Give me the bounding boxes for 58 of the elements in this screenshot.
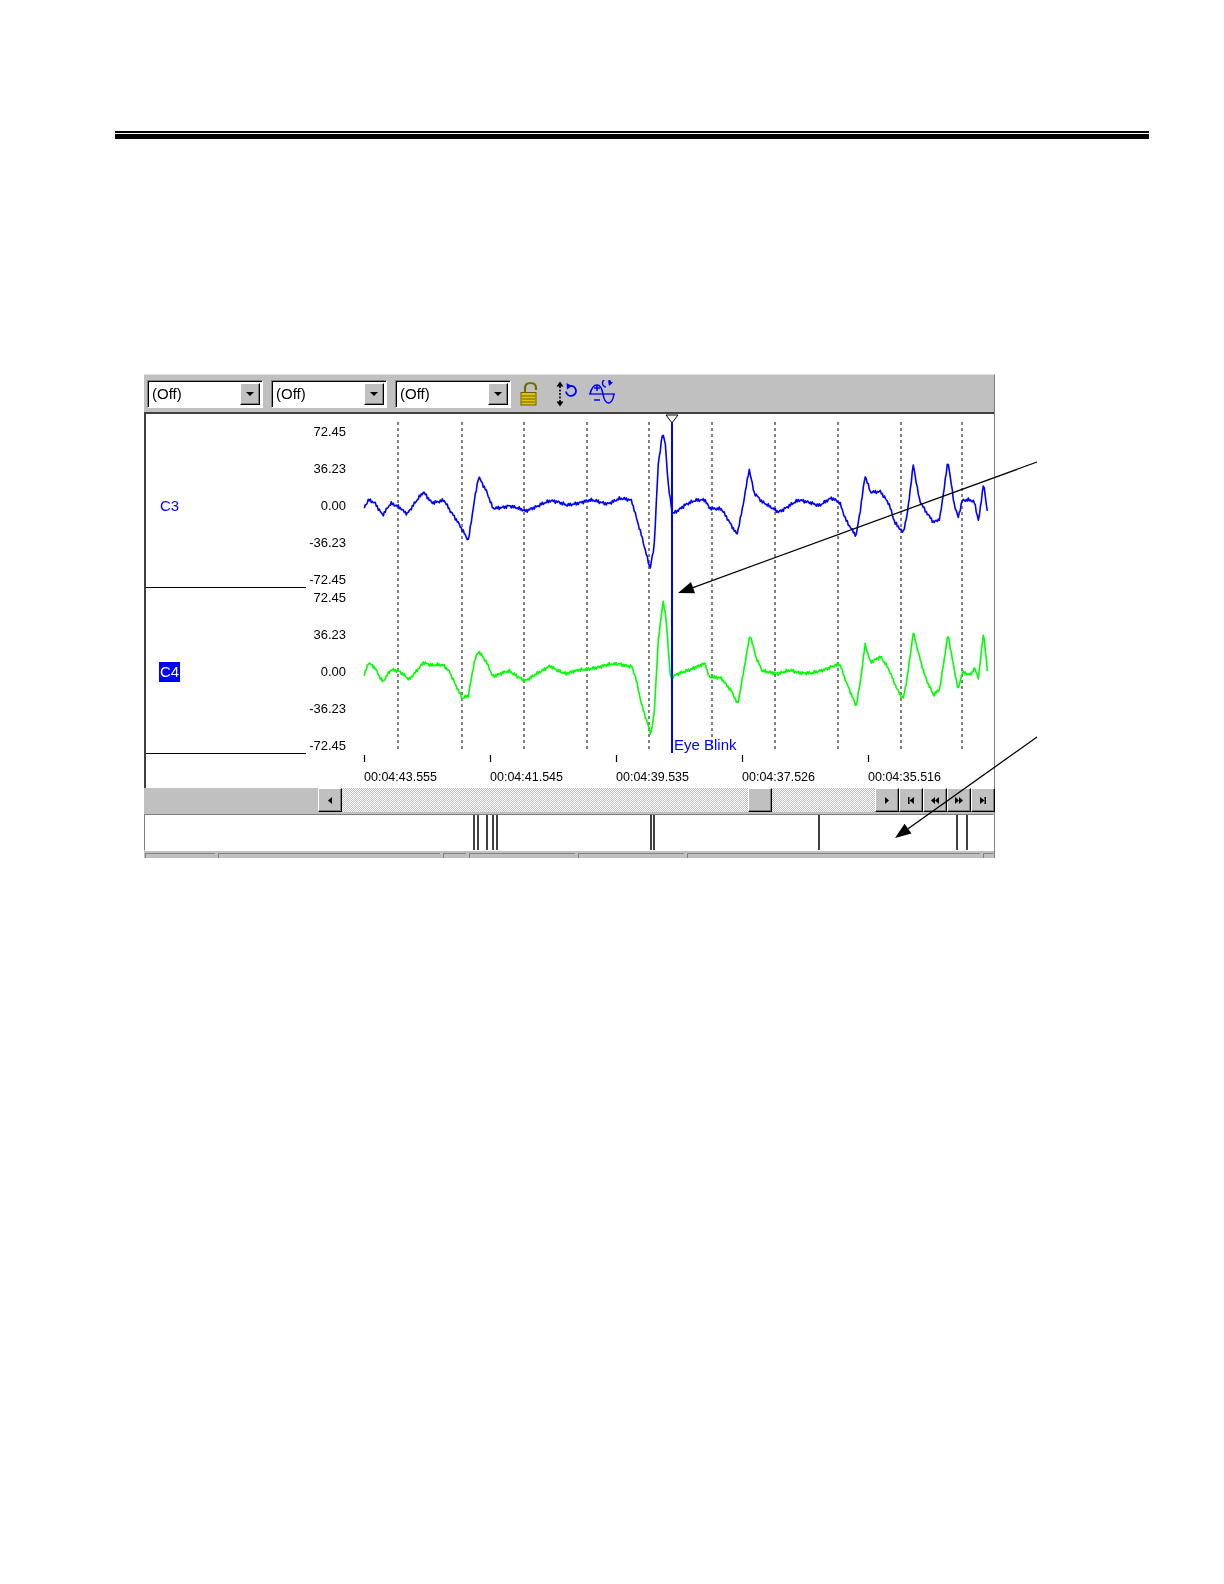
rewind-icon bbox=[931, 796, 939, 804]
skip-end-icon bbox=[980, 796, 986, 804]
scale-label: 36.23 bbox=[313, 461, 346, 476]
caret-icon bbox=[488, 382, 508, 405]
tick-mark bbox=[615, 754, 618, 763]
time-label: 00:04:39.535 bbox=[616, 770, 689, 784]
padlock-icon[interactable] bbox=[520, 381, 540, 406]
skip-start-icon bbox=[908, 796, 914, 804]
time-label: 00:04:43.555 bbox=[364, 770, 437, 784]
time-label: 00:04:37.526 bbox=[742, 770, 815, 784]
tick-mark bbox=[741, 754, 744, 763]
status-bar-panel bbox=[145, 853, 215, 858]
status-bar-panel bbox=[983, 853, 993, 858]
fast-forward-button[interactable] bbox=[947, 788, 971, 812]
caret-icon bbox=[240, 382, 260, 405]
event-marker[interactable] bbox=[818, 815, 820, 850]
event-marker[interactable] bbox=[496, 815, 498, 850]
scrollbar-thumb[interactable] bbox=[748, 788, 772, 812]
skip-to-start-button[interactable] bbox=[899, 788, 923, 812]
tick-mark bbox=[489, 754, 492, 763]
channel-dropdown[interactable]: (Off) bbox=[147, 379, 263, 408]
scale-label: 36.23 bbox=[313, 627, 346, 642]
scale-label: 0.00 bbox=[320, 664, 346, 679]
rewind-button[interactable] bbox=[923, 788, 947, 812]
event-marker[interactable] bbox=[650, 815, 652, 850]
channel-dropdown[interactable]: (Off) bbox=[271, 379, 387, 408]
fast-forward-icon bbox=[955, 796, 963, 804]
scroll-left-button[interactable] bbox=[318, 788, 342, 812]
time-label: 00:04:41.545 bbox=[490, 770, 563, 784]
time-label: 00:04:35.516 bbox=[868, 770, 941, 784]
event-marker[interactable] bbox=[492, 815, 494, 850]
channel-label[interactable]: C3 bbox=[159, 495, 181, 516]
vertical-arrow-rotate-icon[interactable] bbox=[555, 380, 577, 407]
event-marker[interactable] bbox=[966, 815, 968, 850]
event-marker[interactable] bbox=[477, 815, 479, 850]
event-marker[interactable] bbox=[486, 815, 488, 850]
event-marker[interactable] bbox=[653, 815, 655, 850]
event-marker[interactable] bbox=[956, 815, 958, 850]
channel-label[interactable]: C4 bbox=[159, 661, 181, 682]
scale-label: 0.00 bbox=[320, 498, 346, 513]
skip-to-end-button[interactable] bbox=[971, 788, 995, 812]
plus-minus-wave-icon[interactable] bbox=[588, 380, 616, 407]
tick-mark bbox=[867, 754, 870, 763]
scale-label: -36.23 bbox=[309, 701, 346, 716]
scale-label: -72.45 bbox=[309, 572, 346, 587]
channel-dropdown[interactable]: (Off) bbox=[395, 379, 511, 408]
tick-mark bbox=[363, 754, 366, 763]
status-bar-panel bbox=[443, 853, 466, 858]
play-button[interactable] bbox=[875, 788, 899, 812]
scale-label: 72.45 bbox=[313, 590, 346, 605]
scale-label: -36.23 bbox=[309, 535, 346, 550]
cursor-label: Eye Blink bbox=[674, 736, 737, 753]
scale-label: -72.45 bbox=[309, 738, 346, 753]
scale-label: 72.45 bbox=[313, 424, 346, 439]
caret-icon bbox=[364, 382, 384, 405]
caret-left-icon bbox=[328, 796, 332, 804]
event-marker[interactable] bbox=[473, 815, 475, 850]
play-icon bbox=[885, 796, 889, 804]
